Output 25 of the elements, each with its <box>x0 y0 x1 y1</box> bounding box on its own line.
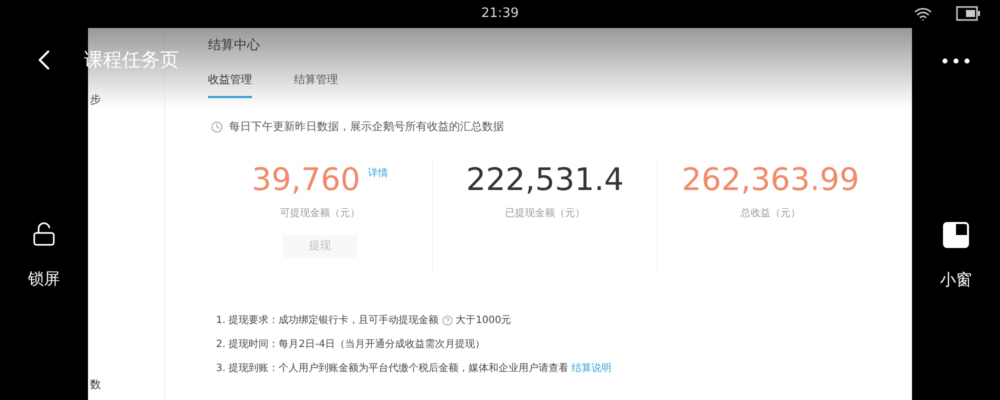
wifi-icon <box>912 5 934 23</box>
rule-text: 1. 提现要求：成功绑定银行卡，且可手动提现金额 <box>216 314 439 328</box>
lock-label[interactable]: 锁屏 <box>28 267 60 291</box>
notice-text: 每日下午更新昨日数据，展示企鹅号所有收益的汇总数据 <box>229 119 504 135</box>
stat-value: 39,760 <box>252 160 360 200</box>
clock-icon <box>211 121 223 134</box>
rule-text: 大于1000元 <box>456 314 512 328</box>
stat-label: 可提现金额（元） <box>280 206 360 220</box>
stat-label: 已提现金额（元） <box>505 206 585 220</box>
sidebar-item[interactable]: 数 <box>88 376 164 393</box>
sidebar-item[interactable]: 步 <box>88 92 164 108</box>
tab[interactable]: 结算管理 <box>294 72 338 98</box>
rule-text: 2. 提现时间：每月2日-4日（当月开通分成收益需次月提现） <box>216 338 486 352</box>
page-title: 结算中心 <box>208 37 261 55</box>
mini-window-icon[interactable] <box>943 222 969 248</box>
lock-icon[interactable] <box>31 221 57 247</box>
mini-window-label[interactable]: 小窗 <box>940 268 972 292</box>
stat-label: 总收益（元） <box>740 206 800 220</box>
rule-text: 3. 提现到账：个人用户到账金额为平台代缴个税后金额，媒体和企业用户请查看 <box>216 362 569 376</box>
tab[interactable]: 收益管理 <box>208 72 252 98</box>
status-time: 21:39 <box>481 5 519 24</box>
stat-value: 262,363.99 <box>682 160 860 200</box>
stat-value: 222,531.4 <box>466 160 624 200</box>
more-icon[interactable] <box>942 58 970 64</box>
battery-icon <box>956 6 980 21</box>
